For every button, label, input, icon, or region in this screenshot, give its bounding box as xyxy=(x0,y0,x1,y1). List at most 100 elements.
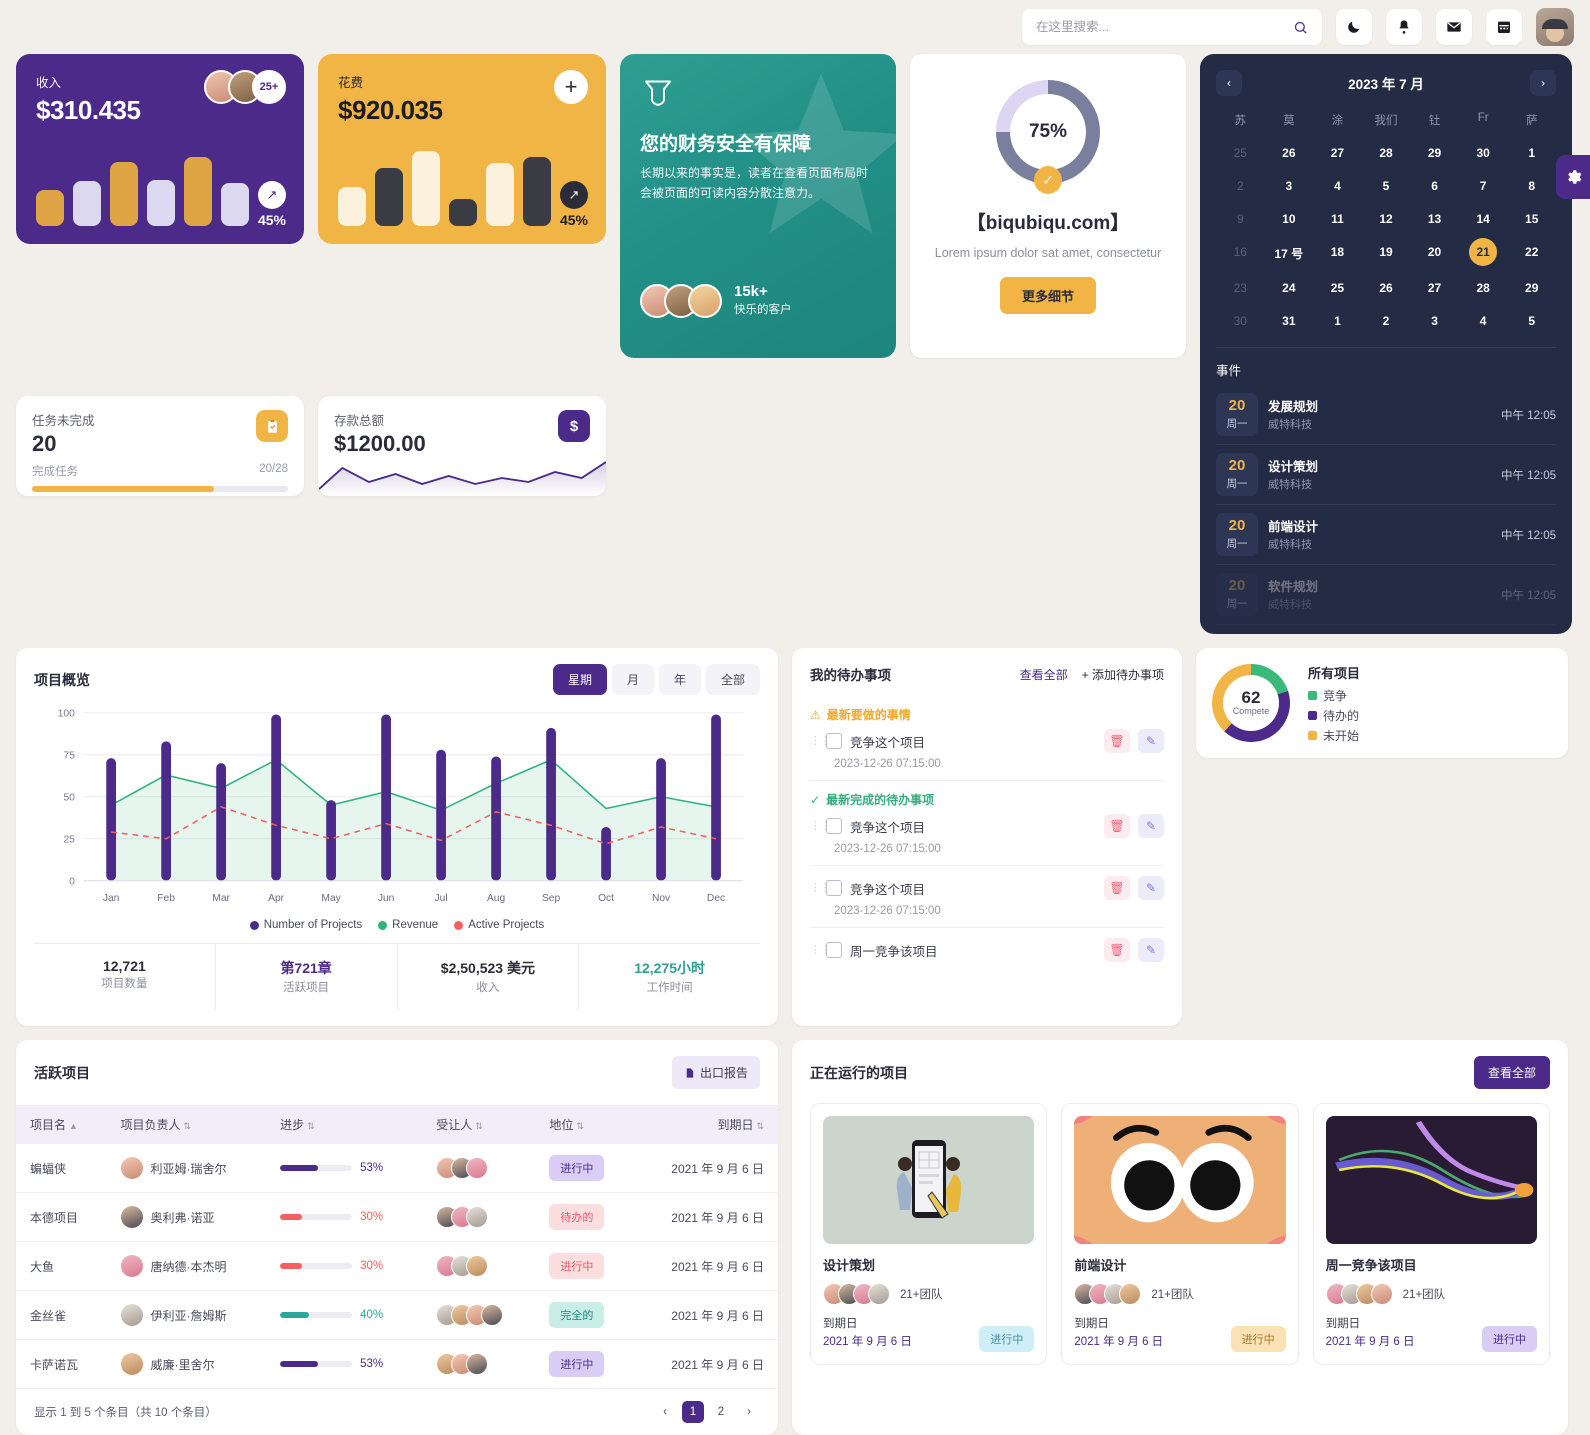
assignee-avatars[interactable] xyxy=(436,1353,521,1375)
calendar-day[interactable]: 22 xyxy=(1507,238,1556,269)
event-item[interactable]: 20 周一 软件规划 威特科技 中午 12:05 xyxy=(1216,565,1556,625)
calendar-prev-button[interactable]: ‹ xyxy=(1216,70,1242,96)
calendar-day[interactable]: 15 xyxy=(1507,205,1556,233)
running-project-card[interactable]: 设计策划 21+团队 到期日 2021 年 9 月 6 日 进行中 xyxy=(810,1103,1048,1365)
drag-handle-icon[interactable]: ⋮⋮ xyxy=(810,735,831,746)
calendar-day[interactable]: 4 xyxy=(1459,307,1508,335)
sort-asc-icon[interactable]: ▲ xyxy=(69,1121,78,1131)
column-header-到期日[interactable]: 到期日 ⇅ xyxy=(634,1105,778,1144)
calendar-day[interactable]: 28 xyxy=(1459,274,1508,302)
delete-todo-button[interactable]: 🗑 xyxy=(1104,876,1130,900)
page-next-button[interactable]: › xyxy=(738,1401,760,1423)
calendar-day[interactable]: 10 xyxy=(1265,205,1314,233)
running-project-card[interactable]: 周一竞争该项目 21+团队 到期日 2021 年 9 月 6 日 进行中 xyxy=(1312,1103,1550,1365)
calendar-day[interactable]: 4 xyxy=(1313,172,1362,200)
pagination[interactable]: ‹ 1 2 › xyxy=(654,1401,760,1423)
calendar-day[interactable]: 27 xyxy=(1313,139,1362,167)
gear-icon[interactable] xyxy=(1564,168,1582,186)
edit-todo-button[interactable]: ✎ xyxy=(1138,729,1164,753)
sort-icon[interactable]: ⇅ xyxy=(756,1121,764,1131)
calendar-icon[interactable] xyxy=(1486,9,1522,45)
table-row[interactable]: 本德项目 奥利弗·诺亚 30% 待办的 2021 年 9 月 6 日 xyxy=(16,1192,778,1242)
calendar-day[interactable]: 25 xyxy=(1313,274,1362,302)
todo-add-link[interactable]: + 添加待办事项 xyxy=(1082,666,1164,683)
todo-item[interactable]: ⋮⋮ 竞争这个项目 🗑 ✎ xyxy=(810,876,1164,900)
sort-icon[interactable]: ⇅ xyxy=(475,1121,483,1131)
running-view-all-button[interactable]: 查看全部 xyxy=(1473,1056,1550,1089)
search-input[interactable] xyxy=(1036,20,1293,34)
table-head-row[interactable]: 项目名 ▲ 项目负责人 ⇅ 进步 ⇅ 受让人 ⇅ 地位 ⇅ 到期日 ⇅ xyxy=(16,1105,778,1144)
calendar-day[interactable]: 13 xyxy=(1410,205,1459,233)
calendar-day[interactable]: 1 xyxy=(1507,139,1556,167)
todo-view-all-link[interactable]: 查看全部 xyxy=(1020,666,1068,683)
search-icon[interactable] xyxy=(1293,20,1308,35)
calendar-day[interactable]: 23 xyxy=(1216,274,1265,302)
chart-range-segments[interactable]: 星期月年全部 xyxy=(552,664,760,695)
calendar-day-selected[interactable]: 21 xyxy=(1469,238,1498,266)
calendar-day[interactable]: 5 xyxy=(1507,307,1556,335)
table-row[interactable]: 大鱼 唐纳德·本杰明 30% 进行中 2021 年 9 月 6 日 xyxy=(16,1241,778,1291)
calendar-day[interactable]: 3 xyxy=(1410,307,1459,335)
assignee-avatars[interactable] xyxy=(436,1255,521,1277)
calendar-day[interactable]: 17 号 xyxy=(1265,238,1314,269)
delete-todo-button[interactable]: 🗑 xyxy=(1104,729,1130,753)
calendar-next-button[interactable]: › xyxy=(1529,70,1556,96)
sort-icon[interactable]: ⇅ xyxy=(576,1121,584,1131)
event-item[interactable]: 20 周一 前端设计 威特科技 中午 12:05 xyxy=(1216,505,1556,565)
assignee-avatars[interactable] xyxy=(436,1157,521,1179)
calendar-day[interactable]: 27 xyxy=(1410,274,1459,302)
drag-handle-icon[interactable]: ⋮⋮ xyxy=(810,944,831,955)
chart-segment-全部[interactable]: 全部 xyxy=(705,664,760,695)
edit-todo-button[interactable]: ✎ xyxy=(1138,938,1164,962)
event-item[interactable]: 20 周一 发展规划 威特科技 中午 12:05 xyxy=(1216,385,1556,445)
column-header-项目负责人[interactable]: 项目负责人 ⇅ xyxy=(106,1105,267,1144)
todo-checkbox[interactable] xyxy=(826,733,842,749)
project-avatars[interactable] xyxy=(1325,1283,1393,1305)
table-row[interactable]: 卡萨诺瓦 威廉·里舍尔 53% 进行中 2021 年 9 月 6 日 xyxy=(16,1339,778,1389)
calendar-day[interactable]: 14 xyxy=(1459,205,1508,233)
calendar-day[interactable]: 30 xyxy=(1459,139,1508,167)
export-report-button[interactable]: 出口报告 xyxy=(671,1056,760,1089)
more-details-button[interactable]: 更多细节 xyxy=(999,277,1096,314)
calendar-grid[interactable]: 苏莫涂我们钍 Fr 萨 25 26 27 28 29 30 1 2 3 4 5 6 7 8 9 10 11 12 13 14… xyxy=(1216,106,1556,335)
add-expense-button[interactable]: + xyxy=(554,70,588,104)
todo-checkbox[interactable] xyxy=(826,880,842,896)
calendar-day[interactable]: 5 xyxy=(1362,172,1411,200)
column-header-受让人[interactable]: 受让人 ⇅ xyxy=(422,1105,536,1144)
search-box[interactable] xyxy=(1022,9,1322,45)
table-row[interactable]: 金丝雀 伊利亚·詹姆斯 40% 完全的 2021 年 9 月 6 日 xyxy=(16,1290,778,1340)
calendar-day[interactable]: 26 xyxy=(1362,274,1411,302)
chart-segment-月[interactable]: 月 xyxy=(611,664,654,695)
calendar-day[interactable]: 6 xyxy=(1410,172,1459,200)
todo-item[interactable]: ⋮⋮ 竞争这个项目 🗑 ✎ xyxy=(810,814,1164,838)
table-row[interactable]: 蝙蝠侠 利亚姆·瑞舍尔 53% 进行中 2021 年 9 月 6 日 xyxy=(16,1144,778,1193)
calendar-day[interactable]: 8 xyxy=(1507,172,1556,200)
revenue-avatars[interactable]: 25+ xyxy=(204,70,286,104)
chart-segment-星期[interactable]: 星期 xyxy=(552,664,607,695)
page-button-2[interactable]: 2 xyxy=(710,1401,732,1423)
drag-handle-icon[interactable]: ⋮⋮ xyxy=(810,820,831,831)
calendar-day[interactable]: 26 xyxy=(1265,139,1314,167)
calendar-day[interactable]: 25 xyxy=(1216,139,1265,167)
moon-icon[interactable] xyxy=(1336,9,1372,45)
assignee-avatars[interactable] xyxy=(436,1206,521,1228)
calendar-day[interactable]: 30 xyxy=(1216,307,1265,335)
calendar-day[interactable]: 2 xyxy=(1216,172,1265,200)
page-button-1[interactable]: 1 xyxy=(682,1401,704,1423)
column-header-项目名[interactable]: 项目名 ▲ xyxy=(16,1105,107,1144)
calendar-day[interactable]: 11 xyxy=(1313,205,1362,233)
calendar-day[interactable]: 28 xyxy=(1362,139,1411,167)
calendar-day[interactable]: 24 xyxy=(1265,274,1314,302)
mail-icon[interactable] xyxy=(1436,9,1472,45)
sort-icon[interactable]: ⇅ xyxy=(307,1121,315,1131)
todo-item[interactable]: ⋮⋮ 竞争这个项目 🗑 ✎ xyxy=(810,729,1164,753)
calendar-day[interactable]: 29 xyxy=(1410,139,1459,167)
user-avatar[interactable] xyxy=(1536,8,1574,46)
chart-segment-年[interactable]: 年 xyxy=(658,664,701,695)
edit-todo-button[interactable]: ✎ xyxy=(1138,876,1164,900)
project-avatars[interactable] xyxy=(823,1283,890,1305)
sort-icon[interactable]: ⇅ xyxy=(184,1121,192,1131)
calendar-day[interactable]: 9 xyxy=(1216,205,1265,233)
page-prev-button[interactable]: ‹ xyxy=(654,1401,676,1423)
bell-icon[interactable] xyxy=(1386,9,1422,45)
